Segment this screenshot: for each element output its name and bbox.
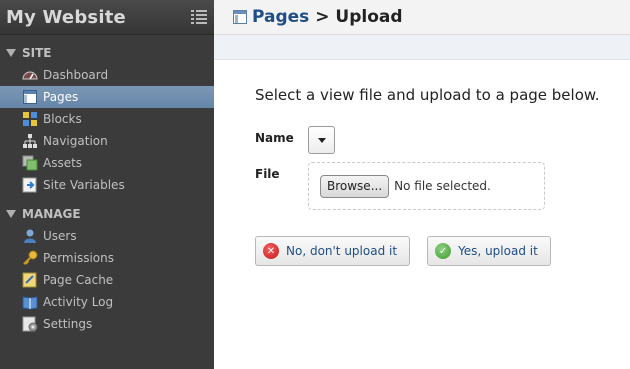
section-label: MANAGE xyxy=(22,207,81,221)
name-label: Name xyxy=(255,131,294,145)
sidebar-item-pages[interactable]: Pages xyxy=(0,86,214,108)
instructions-text: Select a view file and upload to a page … xyxy=(255,86,600,104)
caret-down-icon xyxy=(317,137,326,143)
confirm-upload-label: Yes, upload it xyxy=(458,244,538,258)
pages-icon xyxy=(233,10,247,24)
main-panel: Pages > Upload Select a view file and up… xyxy=(214,0,630,369)
triangle-down-icon xyxy=(6,210,16,218)
section-site[interactable]: SITE xyxy=(0,42,214,64)
upload-form: Select a view file and upload to a page … xyxy=(214,60,630,266)
sidebar-item-assets[interactable]: Assets xyxy=(0,152,214,174)
cancel-upload-button[interactable]: ✕ No, don't upload it xyxy=(255,236,411,266)
triangle-down-icon xyxy=(6,49,16,57)
key-icon xyxy=(22,250,38,266)
navigation-icon xyxy=(22,133,38,149)
sidebar-item-label: Navigation xyxy=(43,134,108,148)
sidebar-item-users[interactable]: Users xyxy=(0,225,214,247)
sidebar-item-label: Page Cache xyxy=(43,273,114,287)
users-icon xyxy=(22,228,38,244)
confirm-upload-button[interactable]: ✓ Yes, upload it xyxy=(427,236,551,266)
breadcrumb: Pages > Upload xyxy=(252,7,403,27)
blocks-icon xyxy=(22,111,38,127)
sidebar-item-blocks[interactable]: Blocks xyxy=(0,108,214,130)
sidebar-item-label: Assets xyxy=(43,156,83,170)
sidebar-item-dashboard[interactable]: Dashboard xyxy=(0,64,214,86)
breadcrumb-pages-link[interactable]: Pages xyxy=(252,7,309,27)
breadcrumb-separator: > xyxy=(309,7,336,27)
sidebar-item-page-cache[interactable]: Page Cache xyxy=(0,269,214,291)
breadcrumb-current: Upload xyxy=(335,7,403,27)
site-title: My Website xyxy=(6,6,126,28)
file-row: File Browse... No file selected. xyxy=(255,162,630,210)
name-row: Name xyxy=(255,126,630,154)
settings-icon xyxy=(22,316,38,332)
sidebar-item-label: Dashboard xyxy=(43,68,109,82)
sidebar-item-label: Site Variables xyxy=(43,178,125,192)
sidebar: My Website SITE Dashboard Pages Blocks N… xyxy=(0,0,214,369)
file-drop-zone[interactable]: Browse... No file selected. xyxy=(308,162,545,210)
browse-button[interactable]: Browse... xyxy=(320,174,390,198)
sidebar-item-navigation[interactable]: Navigation xyxy=(0,130,214,152)
cancel-upload-label: No, don't upload it xyxy=(286,244,398,258)
sidebar-header: My Website xyxy=(0,0,214,35)
sidebar-item-label: Users xyxy=(43,229,77,243)
toolbar-strip xyxy=(214,35,630,60)
page-cache-icon xyxy=(22,272,38,288)
sidebar-item-label: Pages xyxy=(43,90,79,104)
sidebar-item-label: Settings xyxy=(43,317,93,331)
check-circle-icon: ✓ xyxy=(435,243,452,259)
dashboard-icon xyxy=(22,67,38,83)
name-select[interactable] xyxy=(308,126,335,154)
sidebar-item-label: Blocks xyxy=(43,112,82,126)
sidebar-item-permissions[interactable]: Permissions xyxy=(0,247,214,269)
section-label: SITE xyxy=(22,46,52,60)
sidebar-item-label: Activity Log xyxy=(43,295,114,309)
section-manage[interactable]: MANAGE xyxy=(0,203,214,225)
close-circle-icon: ✕ xyxy=(263,243,279,259)
site-variables-icon xyxy=(22,177,38,193)
file-label: File xyxy=(255,167,280,181)
sidebar-item-settings[interactable]: Settings xyxy=(0,313,214,335)
sidebar-item-label: Permissions xyxy=(43,251,114,265)
file-status-text: No file selected. xyxy=(394,179,491,193)
book-icon xyxy=(22,294,38,310)
form-actions: ✕ No, don't upload it ✓ Yes, upload it xyxy=(255,236,630,266)
sidebar-item-activity-log[interactable]: Activity Log xyxy=(0,291,214,313)
assets-icon xyxy=(22,155,38,171)
menu-icon[interactable] xyxy=(191,10,207,24)
pages-icon xyxy=(22,89,38,105)
page-header: Pages > Upload xyxy=(214,0,630,35)
sidebar-item-site-variables[interactable]: Site Variables xyxy=(0,174,214,196)
